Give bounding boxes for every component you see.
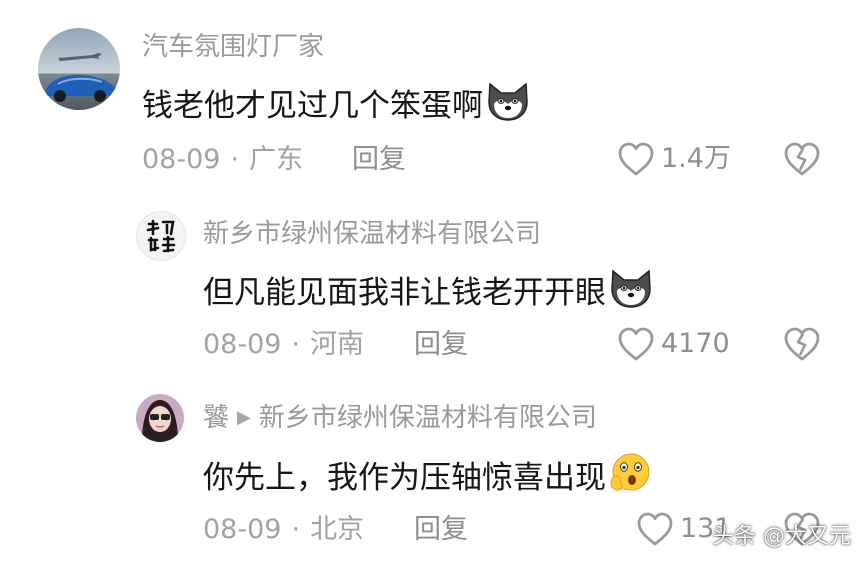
like-count: 1.4万 [661, 143, 731, 174]
heart-icon [637, 512, 673, 546]
meta-separator: · [230, 144, 240, 175]
shocked-face-icon [608, 452, 652, 504]
meta-separator: · [291, 514, 301, 545]
comment-location: 河南 [310, 329, 365, 360]
comment-author[interactable]: 饕 [203, 402, 229, 434]
meta-separator: · [291, 329, 301, 360]
comment-author[interactable]: 汽车氛围灯厂家 [142, 31, 324, 63]
comment-meta: 08-09 · 广东 [142, 143, 303, 177]
reply-button[interactable]: 回复 [352, 143, 406, 177]
comment-text-content: 但凡能见面我非让钱老开开眼 [203, 275, 606, 311]
like-button[interactable]: 1.4万 [617, 141, 731, 177]
comment-meta: 08-09 · 河南 [203, 328, 364, 362]
broken-heart-icon [784, 142, 820, 176]
reply-button[interactable]: 回复 [414, 513, 468, 547]
comment-date: 08-09 [142, 144, 221, 175]
comment-author-line: 饕 ▶ 新乡市绿州保温材料有限公司 [203, 402, 597, 434]
portrait-avatar-image [136, 394, 184, 442]
broken-heart-icon [784, 327, 820, 361]
comment-location: 北京 [310, 514, 365, 545]
avatar[interactable] [136, 211, 186, 261]
like-count: 4170 [661, 328, 730, 359]
reply-arrow-icon: ▶ [237, 407, 251, 428]
like-button[interactable]: 4170 [617, 326, 730, 362]
comment-meta: 08-09 · 北京 [203, 513, 364, 547]
comment-date: 08-09 [203, 329, 282, 360]
comment-location: 广东 [249, 144, 304, 175]
comment-text-content: 你先上，我作为压轴惊喜出现 [203, 460, 606, 496]
dog-face-icon [485, 80, 531, 132]
watermark: 头条 @大又元 [712, 524, 851, 549]
comment-text-content: 钱老他才见过几个笨蛋啊 [142, 88, 483, 124]
dislike-button[interactable] [782, 141, 822, 181]
heart-icon [618, 142, 654, 176]
comment-text: 但凡能见面我非让钱老开开眼 [203, 267, 654, 319]
dislike-button[interactable] [782, 326, 822, 366]
calligraphy-avatar-image [137, 212, 185, 260]
car-avatar-image [38, 28, 120, 110]
comment-text: 钱老他才见过几个笨蛋啊 [142, 80, 531, 132]
comment-author[interactable]: 新乡市绿州保温材料有限公司 [203, 218, 541, 250]
avatar[interactable] [38, 28, 120, 110]
reply-button[interactable]: 回复 [414, 328, 468, 362]
comment-date: 08-09 [203, 514, 282, 545]
comment-text: 你先上，我作为压轴惊喜出现 [203, 452, 652, 504]
reply-to-author[interactable]: 新乡市绿州保温材料有限公司 [259, 402, 597, 434]
avatar[interactable] [136, 394, 184, 442]
heart-icon [618, 327, 654, 361]
dog-face-icon [608, 267, 654, 319]
